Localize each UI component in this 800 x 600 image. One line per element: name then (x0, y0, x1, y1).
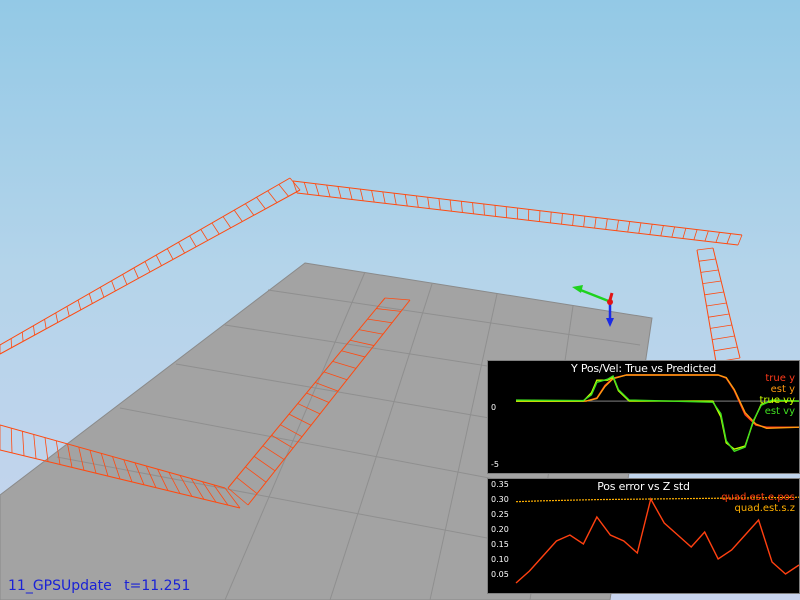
ribbon-rung (700, 269, 719, 273)
ribbon-rung (315, 183, 320, 196)
ytick-label: 0.15 (491, 540, 509, 549)
ribbon-rung (88, 293, 93, 304)
ribbon-rung (696, 247, 714, 251)
ribbon-rung (393, 193, 397, 205)
ribbon-rung (33, 325, 36, 336)
ribbon-rung (460, 201, 463, 213)
ribbon-rung (706, 302, 727, 307)
ytick-label: -5 (491, 460, 499, 469)
ribbon-rung (660, 225, 664, 236)
legend-entry: true y (765, 373, 795, 384)
ribbon-rung (178, 242, 185, 254)
ytick-label: 0.35 (491, 480, 509, 489)
ribbon-rung (33, 434, 37, 459)
plot-y-pos-vel-canvas (515, 374, 800, 453)
plot-title: Y Pos/Vel: True vs Predicted (571, 362, 716, 375)
ribbon-rung (550, 212, 552, 223)
ribbon-rung (382, 191, 386, 204)
ribbon-rung (572, 214, 575, 226)
ribbon-rung (66, 306, 70, 317)
plot-pos-error-vs-z-std: Pos error vs Z std 0.35 0.30 0.25 0.20 0… (487, 478, 800, 594)
ribbon-rung (704, 230, 709, 242)
ribbon-rung (704, 291, 724, 296)
ribbon-rung (737, 234, 743, 246)
ytick-label: 0.30 (491, 495, 509, 504)
legend-entry: quad.est.s.z (734, 503, 795, 514)
ribbon-rung (714, 346, 738, 352)
plot-y-pos-vel: Y Pos/Vel: True vs Predicted 0 -5 true y… (487, 360, 800, 474)
legend-entry: true vy (759, 395, 795, 406)
ribbon-rung (712, 335, 735, 340)
ribbon-rung (111, 280, 116, 292)
scenario-name: 11_GPSUpdate (8, 578, 112, 594)
ribbon-rung (55, 312, 59, 323)
series-line (515, 375, 800, 453)
ribbon-rung (605, 218, 608, 230)
ribbon-rung (693, 229, 698, 240)
ytick-label: 0.10 (491, 555, 509, 564)
ribbon-rung (303, 182, 309, 195)
ribbon-rung (292, 180, 298, 194)
sim-time: t=11.251 (124, 578, 191, 594)
ribbon-rung (10, 428, 13, 453)
ribbon-rung (638, 222, 642, 234)
ribbon-rung (133, 267, 139, 279)
ribbon-rung (245, 203, 255, 216)
ribbon-rung (682, 228, 687, 239)
ribbon-rung (100, 287, 105, 298)
plot-legend: quad.est.e.pos quad.est.s.z (721, 492, 795, 514)
ribbon-rung (189, 235, 197, 247)
ribbon-rung (472, 202, 474, 214)
ribbon-rung (326, 184, 331, 198)
ytick-label: 0 (491, 403, 497, 412)
ribbon-rung (166, 248, 174, 260)
legend-entry: est y (770, 384, 795, 395)
ribbon-rung (404, 194, 408, 207)
status-bar: 11_GPSUpdate t=11.251 (8, 578, 190, 594)
ytick-label: 0.20 (491, 525, 509, 534)
ribbon-rung (483, 203, 485, 216)
ribbon-rung (144, 261, 151, 273)
ribbon-rung (200, 229, 209, 241)
ribbon-rung (22, 431, 25, 456)
ytick-label: 0.05 (491, 570, 509, 579)
ribbon-rung (649, 224, 653, 235)
ribbon-rung (438, 198, 441, 210)
ribbon-rung (211, 222, 220, 235)
ribbon-rung (616, 220, 619, 231)
ribbon-rung (44, 319, 47, 329)
ribbon-rung (348, 187, 353, 200)
ribbon-rung (708, 313, 730, 318)
ribbon-rung (77, 299, 82, 310)
ribbon-rung (359, 189, 364, 201)
ytick-label: 0.25 (491, 510, 509, 519)
ribbon-rung (710, 324, 732, 329)
ribbon-rung (256, 197, 266, 210)
legend-entry: quad.est.e.pos (721, 492, 795, 503)
ribbon-rung (715, 232, 720, 243)
ribbon-rung (726, 233, 732, 244)
ribbon-rung (44, 437, 49, 462)
ribbon-rung (698, 258, 716, 262)
ribbon-rung (427, 197, 430, 209)
ribbon-rung (416, 195, 419, 208)
ribbon-rung (122, 274, 128, 285)
ribbon-rung (337, 186, 342, 199)
ribbon-rung (233, 209, 243, 222)
ribbon-rung (561, 213, 563, 225)
ribbon-rung (267, 190, 278, 203)
ribbon-rung (155, 254, 162, 266)
ribbon-rung (21, 332, 24, 342)
ribbon-rung (222, 216, 232, 229)
ribbon-rung (278, 184, 289, 197)
ribbon-rung (371, 190, 375, 203)
ribbon-rung (702, 280, 722, 284)
plot-legend: true y est y true vy est vy (759, 373, 795, 417)
ribbon-rung (449, 199, 452, 212)
legend-entry: est vy (764, 406, 795, 417)
ribbon-rung (627, 221, 631, 233)
ribbon-rung (671, 226, 676, 238)
ribbon-rung (594, 217, 597, 229)
ribbon-rung (583, 216, 586, 227)
